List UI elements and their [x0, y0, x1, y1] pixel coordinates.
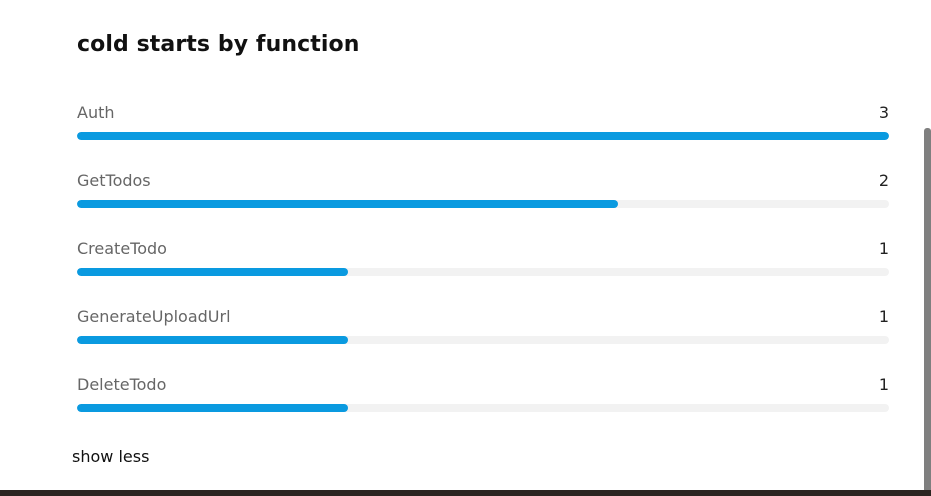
function-row: DeleteTodo 1 — [77, 375, 889, 443]
function-name: Auth — [77, 103, 115, 122]
function-list: Auth 3 GetTodos 2 CreateTodo 1 GenerateU… — [77, 103, 889, 443]
progress-fill — [77, 336, 348, 344]
cold-start-count: 3 — [878, 103, 889, 122]
function-row: GenerateUploadUrl 1 — [77, 307, 889, 375]
cold-start-count: 1 — [878, 375, 889, 394]
function-row: GetTodos 2 — [77, 171, 889, 239]
function-name: CreateTodo — [77, 239, 167, 258]
progress-track — [77, 200, 889, 208]
progress-fill — [77, 200, 619, 208]
function-row: CreateTodo 1 — [77, 239, 889, 307]
cold-start-count: 1 — [878, 239, 889, 258]
cold-start-count: 1 — [878, 307, 889, 326]
progress-fill — [77, 404, 348, 412]
scrollbar-thumb[interactable] — [924, 128, 931, 490]
progress-track — [77, 404, 889, 412]
show-less-link[interactable]: show less — [72, 447, 149, 467]
function-name: GetTodos — [77, 171, 151, 190]
page: cold starts by function Auth 3 GetTodos … — [0, 0, 931, 496]
function-name: GenerateUploadUrl — [77, 307, 231, 326]
progress-fill — [77, 132, 889, 140]
progress-track — [77, 268, 889, 276]
function-name: DeleteTodo — [77, 375, 167, 394]
cold-start-count: 2 — [878, 171, 889, 190]
progress-track — [77, 336, 889, 344]
cold-starts-panel: cold starts by function Auth 3 GetTodos … — [0, 0, 922, 490]
progress-fill — [77, 268, 348, 276]
panel-title: cold starts by function — [77, 32, 360, 57]
progress-track — [77, 132, 889, 140]
window-bottom-edge — [0, 490, 931, 496]
function-row: Auth 3 — [77, 103, 889, 171]
vertical-scrollbar[interactable] — [922, 0, 931, 490]
